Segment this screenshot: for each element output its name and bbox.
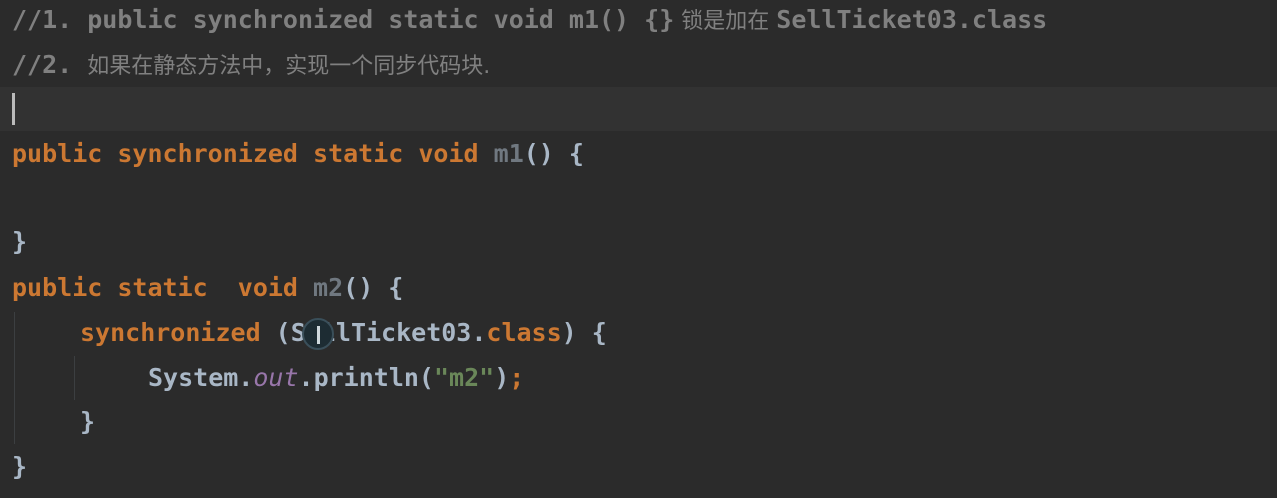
println-call: .println( xyxy=(298,363,434,392)
code-line-2[interactable]: //2. 如果在静态方法中，实现一个同步代码块. xyxy=(0,43,1277,87)
comment-prefix: //2. xyxy=(12,50,88,79)
method-signature-rest: () { xyxy=(343,273,404,302)
text-caret xyxy=(12,93,15,125)
mouse-cursor-icon xyxy=(302,318,334,350)
synchronized-keyword: synchronized xyxy=(80,318,276,347)
code-line-8[interactable]: synchronized (SellTicket03.class) { xyxy=(0,311,1277,355)
code-line-9[interactable]: System.out.println("m2"); xyxy=(0,356,1277,400)
code-line-11[interactable]: } xyxy=(0,445,1277,489)
system-class: System. xyxy=(148,363,254,392)
string-literal: "m2" xyxy=(433,363,495,392)
comment-tail-text: SellTicket03.class xyxy=(776,5,1048,34)
code-line-7[interactable]: public static void m2() { xyxy=(0,266,1277,310)
method-signature-rest: () { xyxy=(523,139,584,168)
block-open: ) { xyxy=(561,318,607,347)
method-name-m2: m2 xyxy=(313,273,344,302)
open-paren: ( xyxy=(275,318,291,347)
code-line-3-current[interactable] xyxy=(0,87,1277,131)
comment-text: //1. public synchronized static void m1(… xyxy=(12,5,675,34)
code-line-6[interactable]: } xyxy=(0,220,1277,264)
method-name-m1: m1 xyxy=(493,139,524,168)
semicolon: ; xyxy=(509,363,525,392)
comment-cjk-text: 如果在静态方法中，实现一个同步代码块. xyxy=(87,54,491,79)
out-field: out xyxy=(253,363,299,392)
closing-brace: } xyxy=(80,407,96,436)
indent-guide xyxy=(74,356,75,400)
code-editor[interactable]: //1. public synchronized static void m1(… xyxy=(0,0,1277,498)
code-line-1[interactable]: //1. public synchronized static void m1(… xyxy=(0,0,1277,42)
close-paren: ) xyxy=(494,363,510,392)
closing-brace: } xyxy=(12,227,28,256)
code-line-5[interactable] xyxy=(0,176,1277,220)
closing-brace: } xyxy=(12,452,28,481)
indent-guide xyxy=(14,312,15,444)
keywords: public synchronized static void xyxy=(12,139,494,168)
keywords: public static void xyxy=(12,273,314,302)
comment-cjk-text: 锁是加在 xyxy=(674,9,777,34)
class-keyword: class xyxy=(486,318,562,347)
code-line-10[interactable]: } xyxy=(0,400,1277,444)
code-line-4[interactable]: public synchronized static void m1() { xyxy=(0,132,1277,176)
